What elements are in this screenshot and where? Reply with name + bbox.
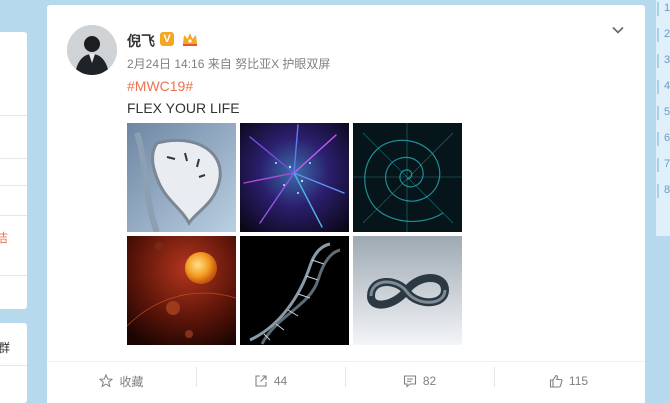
right-panel-fragment: 7 <box>664 158 670 170</box>
right-panel: 1 2 3 4 5 6 7 8 <box>656 0 670 236</box>
verified-badge-icon: V <box>160 32 174 46</box>
melting-clock-image[interactable] <box>127 123 236 232</box>
planets-image[interactable] <box>127 236 236 345</box>
left-sidebar-fragment[interactable]: 洁 <box>0 229 8 246</box>
weibo-post-card: 倪飞 V 2月24日 14:16 来自 努比亚X 护眼双屏 #MWC19# FL… <box>47 5 645 403</box>
favorite-button[interactable]: 收藏 <box>47 365 196 397</box>
post-meta: 2月24日 14:16 来自 努比亚X 护眼双屏 <box>127 55 330 72</box>
right-panel-fragment: 8 <box>664 184 670 196</box>
starfield-image[interactable] <box>240 123 349 232</box>
right-panel-fragment: 5 <box>664 106 670 118</box>
left-sidebar-card-bottom <box>0 323 27 403</box>
left-sidebar-divider <box>0 275 27 276</box>
like-count: 115 <box>568 374 589 388</box>
share-arrow-icon <box>255 375 267 387</box>
repost-count: 44 <box>273 374 288 388</box>
right-panel-fragment: 3 <box>664 54 670 66</box>
star-outline-icon <box>99 374 114 388</box>
left-sidebar-divider <box>0 185 27 186</box>
chevron-down-icon[interactable] <box>611 23 625 37</box>
source-prefix: 来自 <box>207 57 232 71</box>
avatar[interactable] <box>67 25 117 75</box>
like-button[interactable]: 115 <box>494 365 643 397</box>
right-panel-fragment: 6 <box>664 132 670 144</box>
spiral-image[interactable] <box>353 123 462 232</box>
member-crown-icon[interactable] <box>181 30 199 48</box>
hashtag-link[interactable]: #MWC19# <box>127 78 193 94</box>
left-sidebar-divider <box>0 215 27 216</box>
comment-bubble-icon <box>403 375 416 388</box>
left-sidebar-divider <box>0 158 27 159</box>
action-bar-divider <box>47 361 645 362</box>
post-source[interactable]: 努比亚X 护眼双屏 <box>235 57 330 71</box>
left-sidebar-fragment[interactable]: 群 <box>0 339 10 356</box>
right-panel-fragment: 1 <box>664 2 670 14</box>
left-sidebar-divider <box>0 365 27 366</box>
post-time[interactable]: 2月24日 14:16 <box>127 57 204 71</box>
repost-button[interactable]: 44 <box>196 365 345 397</box>
author-name[interactable]: 倪飞 <box>127 31 155 51</box>
comment-count: 82 <box>422 374 437 388</box>
right-panel-fragment: 4 <box>664 80 670 92</box>
left-sidebar-divider <box>0 115 27 116</box>
right-panel-fragment: 2 <box>664 28 670 40</box>
infinity-loop-image[interactable] <box>353 236 462 345</box>
dna-helix-image[interactable] <box>240 236 349 345</box>
post-text: FLEX YOUR LIFE <box>127 100 240 116</box>
thumbs-up-icon <box>549 374 563 388</box>
left-sidebar-card-top <box>0 32 27 309</box>
favorite-label: 收藏 <box>119 374 144 389</box>
comment-button[interactable]: 82 <box>345 365 494 397</box>
